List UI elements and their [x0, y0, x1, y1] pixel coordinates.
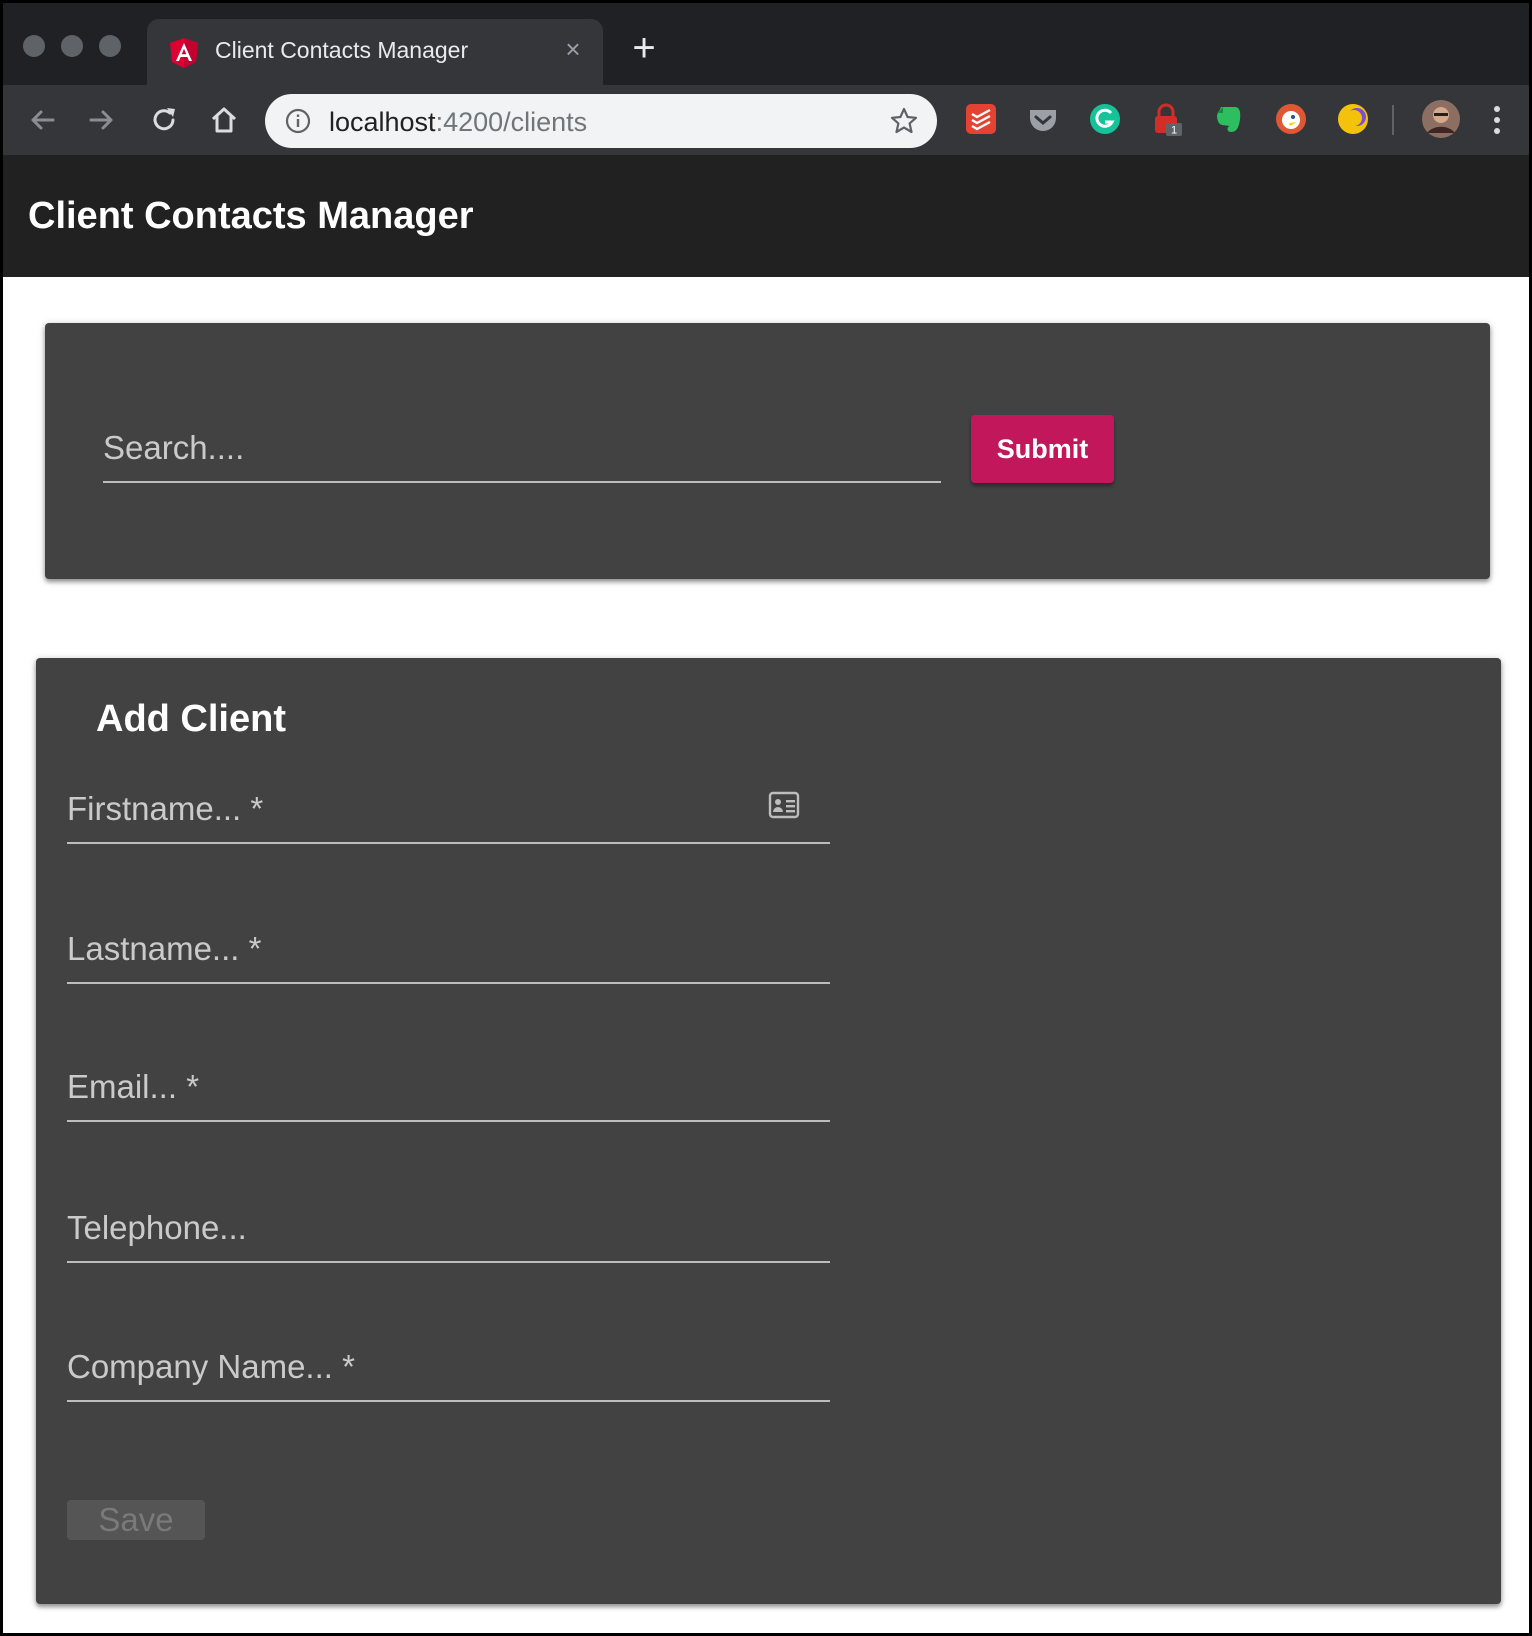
address-bar[interactable]: localhost:4200/clients [265, 94, 937, 148]
app-title: Client Contacts Manager [28, 195, 474, 237]
search-input[interactable] [103, 413, 945, 483]
home-icon[interactable] [207, 103, 241, 137]
browser-menu-icon[interactable] [1487, 101, 1507, 139]
save-button[interactable]: Save [67, 1500, 205, 1540]
close-window-dot[interactable] [23, 35, 45, 57]
grammarly-icon[interactable] [1087, 101, 1123, 137]
close-tab-icon[interactable]: × [561, 36, 585, 62]
lastpass-icon[interactable]: 1 [1149, 101, 1185, 137]
submit-button[interactable]: Submit [971, 415, 1114, 483]
profile-avatar-icon[interactable] [1421, 99, 1461, 139]
reload-icon[interactable] [147, 103, 181, 137]
moon-icon[interactable] [1335, 101, 1371, 137]
app-toolbar: Client Contacts Manager [3, 155, 1529, 277]
tab-title: Client Contacts Manager [215, 37, 469, 63]
email-input[interactable] [67, 1048, 834, 1122]
duckduckgo-icon[interactable] [1273, 101, 1309, 137]
browser-tab[interactable]: Client Contacts Manager × [147, 19, 603, 85]
back-icon[interactable] [25, 103, 59, 137]
browser-toolbar: localhost:4200/clients 1 [3, 85, 1529, 155]
minimize-window-dot[interactable] [61, 35, 83, 57]
telephone-field[interactable]: Telephone... [67, 1189, 834, 1263]
bookmark-star-icon[interactable] [889, 106, 919, 136]
toolbar-separator [1392, 105, 1394, 135]
url-path: :4200/clients [435, 107, 588, 137]
firstname-input[interactable] [67, 770, 834, 844]
company-input[interactable] [67, 1328, 834, 1402]
tab-strip: Client Contacts Manager × + [3, 3, 1529, 85]
telephone-input[interactable] [67, 1189, 834, 1263]
url-text: localhost:4200/clients [329, 107, 587, 138]
firstname-field[interactable]: Firstname... * [67, 770, 834, 844]
email-field[interactable]: Email... * [67, 1048, 834, 1122]
pocket-icon[interactable] [1025, 101, 1061, 137]
add-client-title: Add Client [96, 698, 286, 740]
forward-icon[interactable] [85, 103, 119, 137]
evernote-icon[interactable] [1211, 101, 1247, 137]
extension-badge: 1 [1171, 125, 1177, 137]
site-info-icon[interactable] [285, 108, 311, 134]
url-host: localhost [329, 107, 436, 137]
new-tab-icon[interactable]: + [629, 28, 659, 68]
search-card: Search.... Submit [45, 323, 1490, 579]
lastname-input[interactable] [67, 910, 834, 984]
angular-icon [170, 38, 198, 68]
lastname-field[interactable]: Lastname... * [67, 910, 834, 984]
todoist-icon[interactable] [963, 101, 999, 137]
contact-card-icon [768, 791, 800, 819]
add-client-card: Add Client Firstname... * Lastname... * … [36, 658, 1501, 1604]
maximize-window-dot[interactable] [99, 35, 121, 57]
search-field[interactable]: Search.... [103, 413, 945, 483]
company-field[interactable]: Company Name... * [67, 1328, 834, 1402]
browser-window: Client Contacts Manager × + localhost:42… [3, 3, 1529, 1633]
